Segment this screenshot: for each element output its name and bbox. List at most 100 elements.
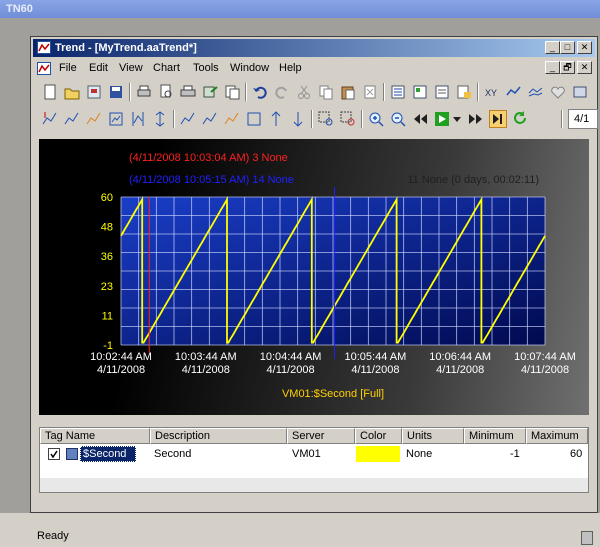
pan-down-icon[interactable] xyxy=(201,110,219,128)
mdi-close-button[interactable]: ✕ xyxy=(577,61,592,74)
new-icon[interactable] xyxy=(41,83,59,101)
y-tick-label: 23 xyxy=(101,281,113,293)
tag-name-cell[interactable]: $Second xyxy=(80,446,136,462)
col-maximum[interactable]: Maximum xyxy=(526,428,588,444)
menu-tools[interactable]: Tools xyxy=(193,62,219,74)
delete-icon[interactable] xyxy=(361,83,379,101)
x-tick-date: 4/11/2008 xyxy=(97,364,145,376)
highlight-pen-icon[interactable] xyxy=(223,110,241,128)
tag-type-icon xyxy=(66,448,78,460)
print-setup-icon[interactable] xyxy=(135,83,153,101)
trend-chart-icon[interactable] xyxy=(505,83,523,101)
series-label: VM01:$Second [Full] xyxy=(282,388,384,400)
menu-view[interactable]: View xyxy=(119,62,143,74)
scale-down-icon[interactable] xyxy=(289,110,307,128)
y-tick-label: 36 xyxy=(101,251,113,263)
trend-window: Trend - [MyTrend.aaTrend*] _ □ ✕ File Ed… xyxy=(30,36,598,545)
col-server[interactable]: Server xyxy=(287,428,355,444)
print-icon[interactable] xyxy=(179,83,197,101)
col-units[interactable]: Units xyxy=(402,428,464,444)
save-icon[interactable] xyxy=(107,83,125,101)
print-preview-icon[interactable] xyxy=(157,83,175,101)
value-axis-icon[interactable] xyxy=(63,110,81,128)
mdi-minimize-button[interactable]: _ xyxy=(545,61,560,74)
copy-icon[interactable] xyxy=(317,83,335,101)
open-file-icon[interactable] xyxy=(85,83,103,101)
menu-window[interactable]: Window xyxy=(230,62,269,74)
horizontal-scrollbar[interactable] xyxy=(40,478,588,492)
trend-chart-svg: 6048362311-110:02:44 AM4/11/200810:03:44… xyxy=(90,152,576,400)
rewind-icon[interactable] xyxy=(411,110,429,128)
col-minimum[interactable]: Minimum xyxy=(464,428,526,444)
col-description[interactable]: Description xyxy=(150,428,287,444)
properties-icon[interactable] xyxy=(411,83,429,101)
scale-up-icon[interactable] xyxy=(267,110,285,128)
refresh-icon[interactable] xyxy=(511,110,529,128)
start-date-field[interactable]: 4/1 xyxy=(568,109,598,129)
menu-help[interactable]: Help xyxy=(279,62,302,74)
y-tick-label: 60 xyxy=(101,192,113,204)
mdi-restore-button[interactable]: 🗗 xyxy=(560,61,575,74)
live-mode-icon[interactable] xyxy=(489,110,507,128)
zoom-in-icon[interactable] xyxy=(367,110,385,128)
scale-vertical-icon[interactable] xyxy=(151,110,169,128)
multi-trend-icon[interactable] xyxy=(527,83,545,101)
x-tick-time: 10:02:44 AM xyxy=(90,351,152,363)
undo-icon[interactable] xyxy=(251,83,269,101)
x-tick-date: 4/11/2008 xyxy=(521,364,569,376)
maximum-cell: 60 xyxy=(570,448,583,460)
fast-forward-icon[interactable] xyxy=(467,110,485,128)
maximize-button[interactable]: □ xyxy=(560,41,575,54)
minimum-cell: -1 xyxy=(510,448,520,460)
minimize-button[interactable]: _ xyxy=(545,41,560,54)
trend-chart[interactable]: 60 48 36 23 11 -1 10:02:44 AM 4/11/2008 10:03:44… xyxy=(39,139,589,415)
tag-visible-checkbox[interactable] xyxy=(48,448,60,460)
more-tools-icon[interactable] xyxy=(571,83,589,101)
x-tick-date: 4/11/2008 xyxy=(182,364,230,376)
units-cell: None xyxy=(406,448,433,460)
auto-scale-icon[interactable] xyxy=(129,110,147,128)
xy-chart-icon[interactable]: XY xyxy=(483,83,501,101)
cursor-delta-label: 11 None (0 days, 00:02:11) xyxy=(407,174,539,186)
x-tick-time: 10:06:44 AM xyxy=(429,351,491,363)
copy-chart-icon[interactable] xyxy=(223,83,241,101)
x-tick-time: 10:05:44 AM xyxy=(345,351,407,363)
annotation-icon[interactable] xyxy=(455,83,473,101)
main-toolbar: XY xyxy=(33,80,595,104)
export-icon[interactable] xyxy=(201,83,219,101)
menu-file[interactable]: File xyxy=(59,62,77,74)
paste-icon[interactable] xyxy=(339,83,357,101)
open-icon[interactable] xyxy=(63,83,81,101)
x-tick-date: 4/11/2008 xyxy=(436,364,484,376)
zoom-frame-icon[interactable] xyxy=(245,110,263,128)
menu-chart[interactable]: Chart xyxy=(153,62,180,74)
close-button[interactable]: ✕ xyxy=(577,41,592,54)
menu-bar: File Edit View Chart Tools Window Help _… xyxy=(33,59,595,77)
outer-title-bar: TN60 xyxy=(0,0,600,18)
status-bar: Ready xyxy=(31,527,599,547)
add-cursor-icon[interactable] xyxy=(41,110,59,128)
cursor-1-label: (4/11/2008 10:03:04 AM) 3 None xyxy=(129,152,288,164)
window-title: Trend - [MyTrend.aaTrend*] xyxy=(55,42,197,54)
status-indicator-icon xyxy=(581,531,593,545)
cursor-2-label: (4/11/2008 10:05:15 AM) 14 None xyxy=(129,174,294,186)
col-tag-name[interactable]: Tag Name xyxy=(40,428,150,444)
menu-edit[interactable]: Edit xyxy=(89,62,108,74)
redo-icon[interactable] xyxy=(273,83,291,101)
line-style-icon[interactable] xyxy=(85,110,103,128)
zoom-area-icon[interactable] xyxy=(317,110,335,128)
favorite-icon[interactable] xyxy=(549,83,567,101)
window-title-bar[interactable]: Trend - [MyTrend.aaTrend*] _ □ ✕ xyxy=(33,39,595,57)
tag-picker-icon[interactable] xyxy=(433,83,451,101)
list-view-icon[interactable] xyxy=(389,83,407,101)
zoom-out-icon[interactable] xyxy=(389,110,407,128)
x-tick-time: 10:03:44 AM xyxy=(175,351,237,363)
chart-frame-icon[interactable] xyxy=(107,110,125,128)
pan-up-icon[interactable] xyxy=(179,110,197,128)
col-color[interactable]: Color xyxy=(355,428,402,444)
zoom-reset-icon[interactable] xyxy=(339,110,357,128)
color-swatch[interactable] xyxy=(356,446,400,462)
cut-icon[interactable] xyxy=(295,83,313,101)
play-icon[interactable] xyxy=(433,110,451,128)
document-icon[interactable] xyxy=(37,62,51,75)
